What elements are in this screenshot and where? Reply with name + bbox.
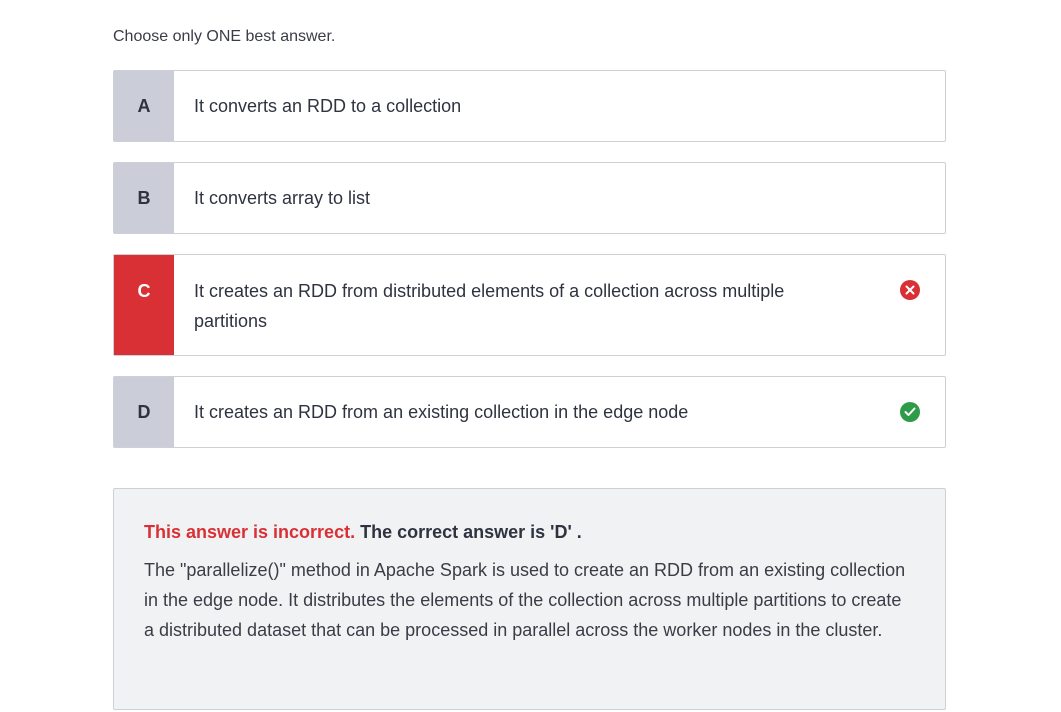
answer-option-c[interactable]: C It creates an RDD from distributed ele…: [113, 254, 946, 356]
option-letter: B: [114, 163, 174, 233]
instruction-text: Choose only ONE best answer.: [113, 28, 336, 45]
option-letter: A: [114, 71, 174, 141]
option-text: It converts an RDD to a collection: [194, 96, 462, 116]
incorrect-label: This answer is incorrect.: [144, 522, 356, 542]
correct-answer-text: The correct answer is 'D' .: [360, 522, 582, 542]
option-text: It creates an RDD from distributed eleme…: [194, 281, 785, 331]
option-letter: C: [114, 255, 174, 355]
option-text: It creates an RDD from an existing colle…: [194, 402, 689, 422]
answer-option-a[interactable]: A It converts an RDD to a collection: [113, 70, 946, 142]
explanation-text: The "parallelize()" method in Apache Spa…: [144, 560, 906, 640]
feedback-panel: This answer is incorrect. The correct an…: [113, 488, 946, 710]
option-letter: D: [114, 377, 174, 447]
option-text: It converts array to list: [194, 188, 371, 208]
answer-option-b[interactable]: B It converts array to list: [113, 162, 946, 234]
verdict-line: This answer is incorrect. The correct an…: [144, 522, 915, 543]
answer-option-d[interactable]: D It creates an RDD from an existing col…: [113, 376, 946, 448]
x-circle-icon: [900, 280, 920, 300]
check-circle-icon: [900, 402, 920, 422]
